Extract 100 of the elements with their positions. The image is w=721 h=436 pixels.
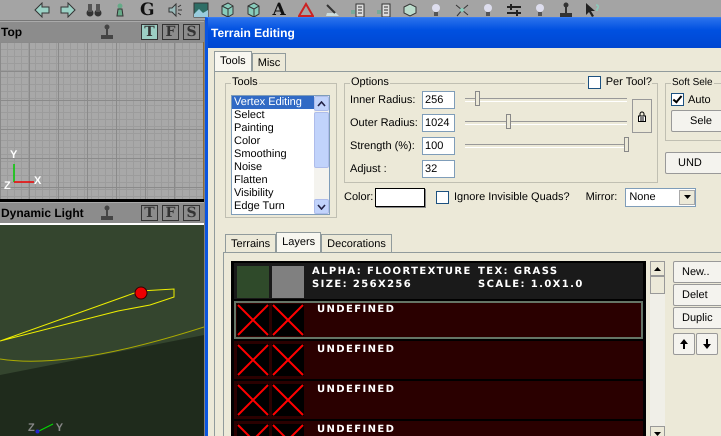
input-field[interactable]: 256 [422, 91, 455, 109]
checkbox-label: Ignore Invisible Quads? [454, 191, 570, 203]
view-toggle-button[interactable]: F [162, 205, 179, 221]
layer-button[interactable]: Duplic [673, 307, 721, 329]
scroll-down-button[interactable] [314, 199, 329, 214]
view-toggle-button[interactable]: F [162, 24, 179, 40]
brush-icon[interactable] [324, 2, 340, 18]
tab[interactable]: Terrains [225, 234, 276, 252]
layer-text: ALPHA: FLOORTEXTURE [312, 266, 472, 277]
input-field[interactable]: 1024 [422, 114, 455, 132]
list-item[interactable]: Vertex Editing [232, 96, 314, 109]
field-label: Strength (%): [350, 140, 416, 152]
scrollbar[interactable] [650, 261, 665, 436]
field-label: Adjust : [350, 163, 388, 175]
missing-texture-icon [272, 384, 304, 416]
sliders-icon[interactable] [506, 2, 522, 18]
joystick-icon[interactable] [99, 24, 113, 40]
scroll-thumb[interactable] [650, 276, 665, 294]
missing-texture-icon [272, 344, 304, 376]
field-label: Inner Radius: [350, 94, 416, 106]
missing-texture-icon [237, 304, 269, 336]
slider-thumb[interactable] [506, 114, 511, 129]
axis-label: Z [28, 422, 35, 434]
scrollbar[interactable] [314, 96, 329, 214]
arrow-right-icon[interactable] [60, 2, 76, 18]
list-item[interactable]: Visibility [232, 187, 314, 200]
caret-down-icon [684, 195, 691, 199]
speaker-icon[interactable] [166, 2, 183, 18]
list-item[interactable]: Smoothing [232, 148, 314, 161]
tab[interactable]: Decorations [321, 234, 392, 252]
toolbar-button[interactable]: G [138, 1, 157, 19]
view-toggle-button[interactable]: T [141, 24, 158, 40]
arrow-down-icon [702, 338, 712, 350]
layer-button[interactable]: New.. [673, 261, 721, 283]
scroll-up-button[interactable] [314, 96, 329, 111]
list-item[interactable]: Edge Turn [232, 200, 314, 213]
nodes-icon[interactable] [454, 2, 470, 18]
list-item[interactable]: Painting [232, 122, 314, 135]
axis-drawing[interactable] [34, 422, 55, 434]
layer-row[interactable]: ALPHA: FLOORTEXTURE TEX: GRASS SIZE: 256X256 SCALE: 1.0X1.0 [234, 263, 643, 299]
cube-icon[interactable] [244, 2, 261, 18]
arrow-left-icon[interactable] [34, 2, 50, 18]
missing-texture-icon [272, 304, 304, 336]
layer-button[interactable]: Delet [673, 284, 721, 306]
slider-thumb[interactable] [474, 91, 480, 106]
picture-icon[interactable] [192, 2, 209, 18]
cursor-icon[interactable] [584, 2, 600, 18]
cube-icon[interactable] [218, 2, 235, 18]
checkbox-label: Per Tool? [606, 76, 652, 89]
select-button[interactable]: Sele [671, 110, 721, 132]
list-item[interactable]: Select [232, 109, 314, 122]
meter-icon[interactable] [376, 2, 392, 18]
list-item[interactable]: Noise [232, 161, 314, 174]
joystick-icon[interactable] [99, 205, 113, 221]
layer-text: UNDEFINED [317, 304, 396, 315]
layer-text: TEX: GRASS [478, 266, 558, 277]
group-title: Options [350, 76, 390, 89]
missing-texture-icon [237, 384, 269, 416]
window-title: Terrain Editing [211, 26, 295, 40]
binoculars-icon[interactable] [86, 2, 102, 18]
tab[interactable]: Tools [214, 51, 252, 71]
caret-down-icon [654, 432, 661, 436]
joystick-icon[interactable] [558, 2, 574, 18]
list-item[interactable]: Color [232, 135, 314, 148]
meter-icon[interactable] [350, 2, 366, 18]
input-field[interactable]: 100 [422, 137, 455, 155]
missing-texture-icon [237, 344, 269, 376]
viewport-title: Dynamic Light [0, 206, 85, 220]
layer-text: UNDEFINED [317, 344, 396, 355]
color-swatch[interactable] [375, 188, 425, 206]
layer-row[interactable]: UNDEFINED [234, 341, 643, 379]
layer-row[interactable]: UNDEFINED [234, 301, 643, 339]
undo-button[interactable]: UND [665, 152, 721, 174]
toolbar-button[interactable]: A [270, 1, 288, 19]
tab[interactable]: Layers [276, 232, 322, 252]
texture-thumbnail [237, 266, 269, 298]
alpha-thumbnail [272, 266, 304, 298]
move-down-button[interactable] [696, 333, 718, 355]
layer-row[interactable]: UNDEFINED [234, 381, 643, 419]
checkbox[interactable] [436, 190, 449, 204]
view-toggle-button[interactable]: S [183, 24, 200, 40]
scroll-thumb[interactable] [314, 112, 329, 168]
caret-up-icon [317, 100, 326, 106]
scroll-up-button[interactable] [650, 261, 665, 276]
view-toggle-button[interactable]: S [183, 205, 200, 221]
arrow-up-icon [679, 338, 689, 350]
list-item[interactable]: Flatten [232, 174, 314, 187]
axis-label: X [34, 175, 42, 187]
layer-row[interactable]: UNDEFINED [234, 421, 643, 436]
checkbox-label: Auto [688, 94, 711, 106]
slider-thumb[interactable] [624, 137, 629, 152]
tab[interactable]: Misc [252, 53, 286, 71]
view-toggle-button[interactable]: T [141, 205, 158, 221]
mirror-dropdown[interactable]: None [625, 188, 696, 206]
checkbox[interactable] [671, 93, 684, 106]
move-up-button[interactable] [673, 333, 695, 355]
caret-down-icon [317, 204, 326, 210]
checkbox[interactable] [588, 76, 601, 89]
input-field[interactable]: 32 [422, 160, 455, 178]
lock-button[interactable] [632, 99, 652, 133]
